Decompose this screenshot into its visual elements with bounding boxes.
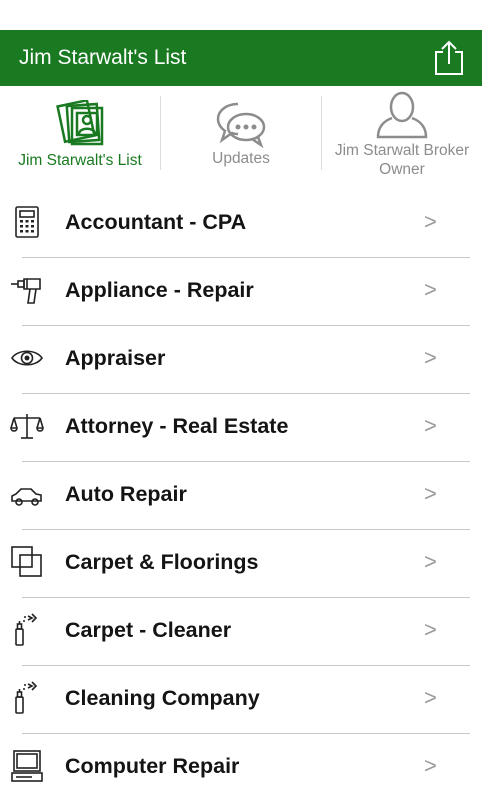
tab-label-line: Owner: [379, 161, 425, 178]
list-item-label: Computer Repair: [65, 754, 240, 778]
spray-bottle-icon: [15, 681, 38, 714]
tab-updates[interactable]: Updates: [161, 86, 321, 181]
tab-label: Updates: [212, 150, 270, 167]
app-header: Jim Starwalt's List: [0, 30, 482, 86]
list-item-computer-repair[interactable]: Computer Repair >: [0, 733, 482, 801]
tab-label: Jim Starwalt's List: [18, 152, 142, 169]
status-bar: [0, 0, 482, 30]
chevron-right-icon: >: [424, 753, 437, 778]
list-item-label: Accountant - CPA: [65, 210, 247, 234]
drill-icon: [11, 278, 41, 304]
overlapping-squares-icon: [11, 546, 42, 577]
list-item-accountant[interactable]: Accountant - CPA >: [0, 189, 482, 258]
list-item-label: Attorney - Real Estate: [65, 414, 289, 438]
chevron-right-icon: >: [424, 209, 437, 234]
person-silhouette-icon: [376, 91, 428, 139]
chevron-right-icon: >: [424, 617, 437, 642]
page-title: Jim Starwalt's List: [19, 46, 187, 69]
tab-list[interactable]: Jim Starwalt's List: [0, 86, 160, 181]
chat-bubbles-icon: [216, 102, 266, 148]
chevron-right-icon: >: [424, 481, 437, 506]
chevron-right-icon: >: [424, 549, 437, 574]
chevron-right-icon: >: [424, 413, 437, 438]
list-item-label: Carpet - Cleaner: [65, 618, 232, 642]
contacts-cards-icon: [56, 100, 104, 146]
share-button[interactable]: [432, 39, 466, 77]
chevron-right-icon: >: [424, 277, 437, 302]
tab-broker[interactable]: Jim Starwalt Broker Owner: [322, 86, 482, 181]
tab-label: Jim Starwalt Broker Owner: [322, 141, 482, 179]
list-item-carpet-cleaner[interactable]: Carpet - Cleaner >: [0, 597, 482, 666]
tab-bar: Jim Starwalt's List Updates Jim Starwalt…: [0, 86, 482, 181]
list-item-cleaning-company[interactable]: Cleaning Company >: [0, 665, 482, 734]
list-item-label: Appraiser: [65, 346, 166, 370]
spray-bottle-icon: [15, 613, 38, 646]
list-item-label: Appliance - Repair: [65, 278, 254, 302]
list-item-attorney[interactable]: Attorney - Real Estate >: [0, 393, 482, 462]
list-item-label: Cleaning Company: [65, 686, 260, 710]
chevron-right-icon: >: [424, 345, 437, 370]
scales-icon: [10, 414, 44, 439]
list-item-label: Auto Repair: [65, 482, 187, 506]
list-item-carpet-floorings[interactable]: Carpet & Floorings >: [0, 529, 482, 598]
car-icon: [11, 488, 42, 506]
list-item-auto-repair[interactable]: Auto Repair >: [0, 461, 482, 530]
list-item-appliance-repair[interactable]: Appliance - Repair >: [0, 257, 482, 326]
tab-label-line: Jim Starwalt Broker: [334, 142, 470, 159]
share-icon: [435, 40, 463, 75]
eye-icon: [11, 350, 43, 366]
computer-icon: [11, 750, 43, 782]
list-item-appraiser[interactable]: Appraiser >: [0, 325, 482, 394]
list-item-label: Carpet & Floorings: [65, 550, 259, 574]
chevron-right-icon: >: [424, 685, 437, 710]
calculator-icon: [15, 206, 39, 238]
